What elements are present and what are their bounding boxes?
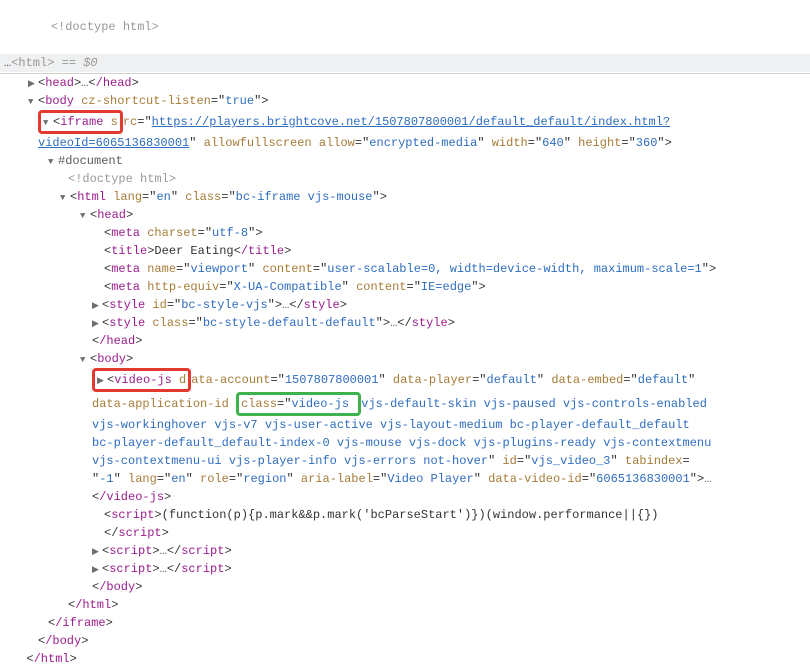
node-script-2[interactable]: <script>…</script> <box>0 542 810 560</box>
highlight-box-videojs: <video-js d <box>92 368 191 392</box>
iframe-src-link[interactable]: https://players.brightcove.net/150780780… <box>152 115 670 129</box>
node-html-close[interactable]: </html> <box>0 650 810 668</box>
node-iframe-cont: videoId=6065136830001" allowfullscreen a… <box>0 134 810 152</box>
node-inner-head[interactable]: <head> <box>0 206 810 224</box>
node-inner-head-close[interactable]: </head> <box>0 332 810 350</box>
node-inner-doctype[interactable]: <!doctype html> <box>0 170 810 188</box>
disclosure-triangle[interactable] <box>92 560 102 578</box>
disclosure-triangle[interactable] <box>28 74 38 92</box>
node-video-js-l6: "-1" lang="en" role="region" aria-label=… <box>0 470 810 488</box>
node-style-default[interactable]: <style class="bc-style-default-default">… <box>0 314 810 332</box>
node-inner-body[interactable]: <body> <box>0 350 810 368</box>
node-script-3[interactable]: <script>…</script> <box>0 560 810 578</box>
node-meta-charset[interactable]: <meta charset="utf-8"> <box>0 224 810 242</box>
node-video-js-l2: data-application-id class="video-js vjs-… <box>0 392 810 416</box>
node-video-js-close[interactable]: </video-js> <box>0 488 810 506</box>
node-inner-body-close[interactable]: </body> <box>0 578 810 596</box>
disclosure-triangle[interactable] <box>97 371 107 389</box>
node-iframe-close[interactable]: </iframe> <box>0 614 810 632</box>
disclosure-triangle[interactable] <box>60 188 70 206</box>
disclosure-none <box>41 18 51 36</box>
node-iframe[interactable]: <iframe src="https://players.brightcove.… <box>0 110 810 134</box>
node-video-js-l4: bc-player-default_default-index-0 vjs-mo… <box>0 434 810 452</box>
node-script-inline-close: </script> <box>0 524 810 542</box>
node-script-inline[interactable]: <script>(function(p){p.mark&&p.mark('bcP… <box>0 506 810 524</box>
node-video-js-l5: vjs-contextmenu-ui vjs-player-info vjs-e… <box>0 452 810 470</box>
node-video-js-l3: vjs-workinghover vjs-v7 vjs-user-active … <box>0 416 810 434</box>
node-title[interactable]: <title>Deer Eating</title> <box>0 242 810 260</box>
disclosure-triangle[interactable] <box>28 92 38 110</box>
disclosure-triangle[interactable] <box>48 152 58 170</box>
highlight-box-class: class="video-js <box>236 392 361 416</box>
node-body-outer[interactable]: <body cz-shortcut-listen="true"> <box>0 92 810 110</box>
disclosure-triangle[interactable] <box>92 542 102 560</box>
node-inner-html-close[interactable]: </html> <box>0 596 810 614</box>
node-video-js[interactable]: <video-js data-account="1507807800001" d… <box>0 368 810 392</box>
disclosure-triangle[interactable] <box>92 314 102 332</box>
node-head-outer[interactable]: <head>…</head> <box>0 74 810 92</box>
node-html-selected[interactable]: …<html> == $0 <box>0 54 810 72</box>
disclosure-triangle[interactable] <box>80 206 90 224</box>
node-meta-viewport[interactable]: <meta name="viewport" content="user-scal… <box>0 260 810 278</box>
highlight-box-iframe: <iframe s <box>38 110 123 134</box>
node-meta-xua[interactable]: <meta http-equiv="X-UA-Compatible" conte… <box>0 278 810 296</box>
disclosure-triangle[interactable] <box>80 350 90 368</box>
node-doctype[interactable]: <!doctype html> <box>0 0 810 54</box>
node-body-outer-close[interactable]: </body> <box>0 632 810 650</box>
iframe-src-link-cont[interactable]: videoId=6065136830001 <box>38 136 189 150</box>
disclosure-triangle[interactable] <box>43 113 53 131</box>
node-document[interactable]: #document <box>0 152 810 170</box>
node-style-vjs[interactable]: <style id="bc-style-vjs">…</style> <box>0 296 810 314</box>
node-inner-html[interactable]: <html lang="en" class="bc-iframe vjs-mou… <box>0 188 810 206</box>
devtools-elements-panel: <!doctype html> …<html> == $0 <head>…</h… <box>0 0 810 668</box>
disclosure-triangle[interactable] <box>92 296 102 314</box>
